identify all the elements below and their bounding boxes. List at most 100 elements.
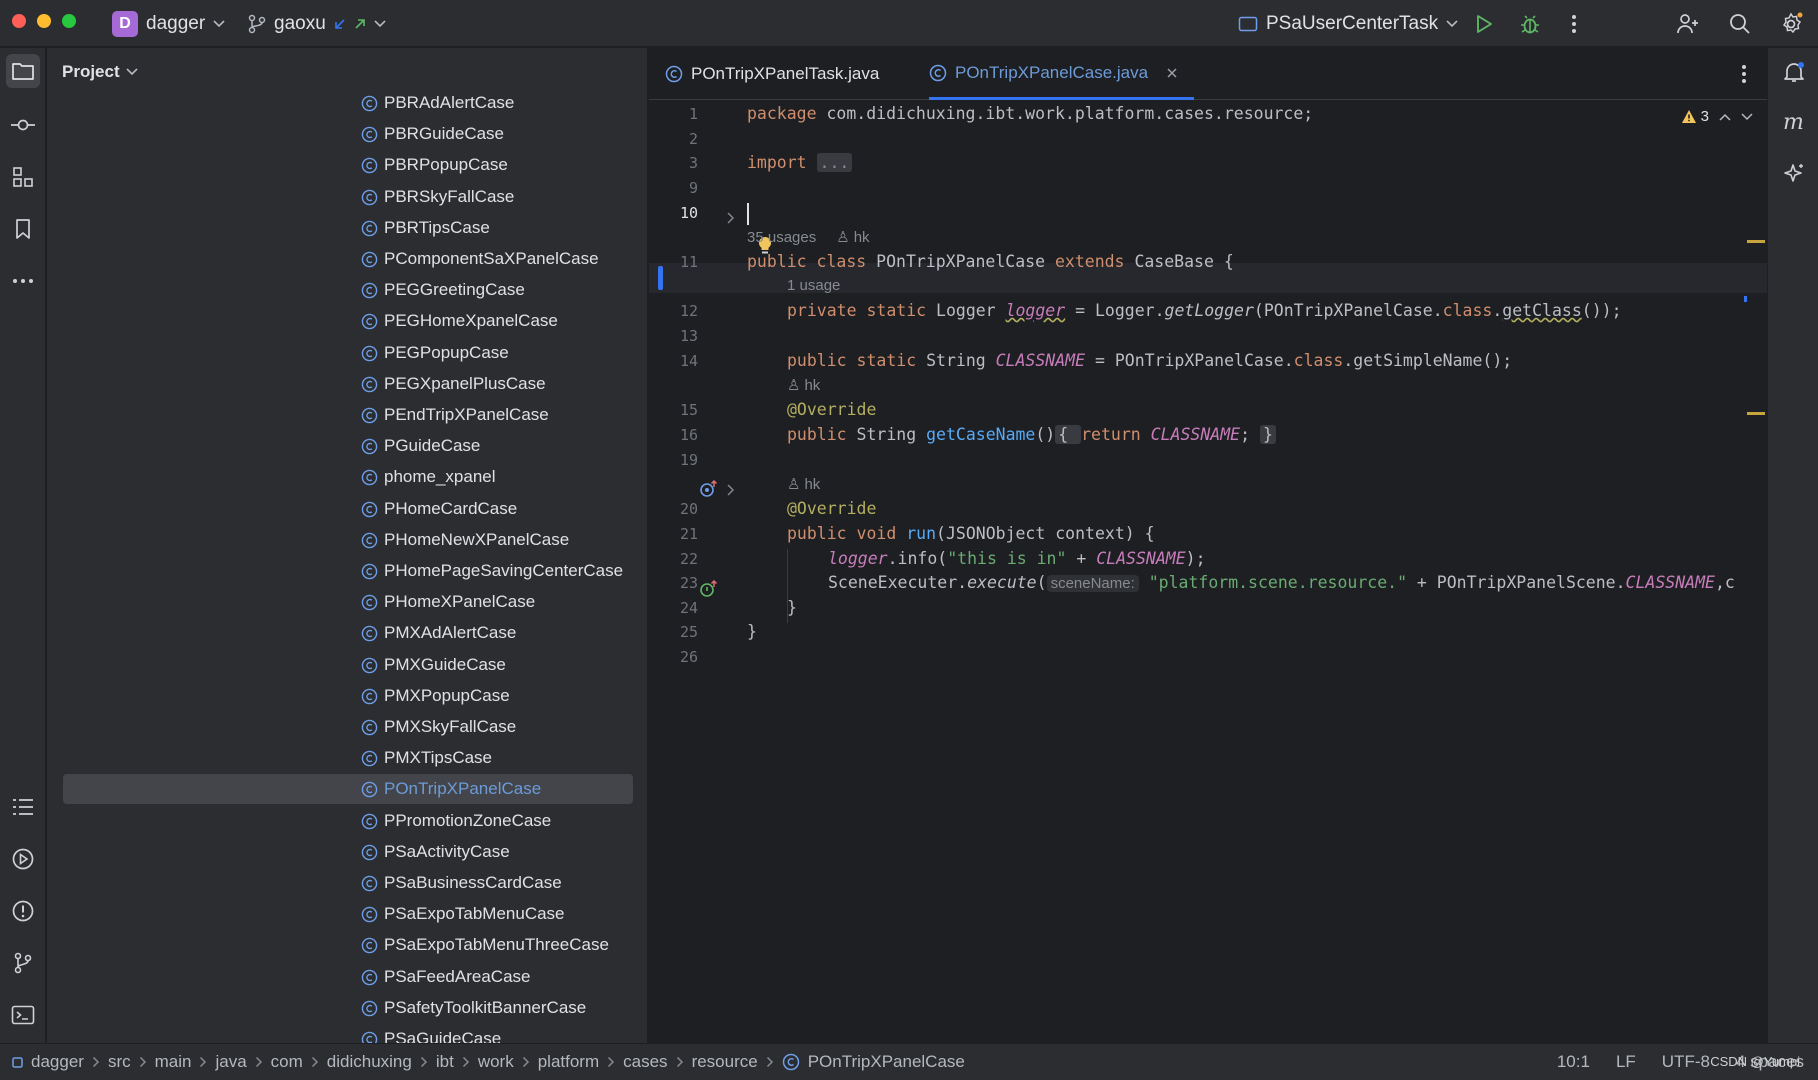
- project-tool-button[interactable]: [6, 54, 40, 88]
- tree-item[interactable]: POnTripXPanelCase: [63, 774, 633, 805]
- code-line: @Override: [787, 499, 877, 518]
- chevron-up-icon[interactable]: [1719, 113, 1731, 121]
- author-lens[interactable]: ♙ hk: [787, 376, 820, 395]
- breadcrumb-item[interactable]: main: [155, 1052, 192, 1072]
- code-editor[interactable]: 1 2 3 9 10 11 12 13 14 15 16 19 20 21 22 23 24 25 26 packa…: [649, 100, 1767, 1043]
- fold-arrow-icon[interactable]: [726, 484, 736, 496]
- breadcrumb-item[interactable]: com: [271, 1052, 303, 1072]
- tree-item[interactable]: PMXAdAlertCase: [63, 618, 633, 648]
- tree-item[interactable]: PEndTripXPanelCase: [63, 400, 633, 430]
- breadcrumb-item[interactable]: POnTripXPanelCase: [782, 1052, 965, 1072]
- tree-item[interactable]: PMXTipsCase: [63, 743, 633, 773]
- breadcrumb-item[interactable]: platform: [538, 1052, 599, 1072]
- breadcrumb-item[interactable]: dagger: [12, 1052, 84, 1072]
- breadcrumb-item[interactable]: src: [108, 1052, 131, 1072]
- breadcrumb-item[interactable]: didichuxing: [327, 1052, 412, 1072]
- code-with-me-button[interactable]: [1674, 10, 1702, 38]
- problems-tool-button[interactable]: [6, 894, 40, 928]
- file-encoding[interactable]: UTF-8: [1662, 1052, 1710, 1072]
- tree-item[interactable]: PHomeNewXPanelCase: [63, 525, 633, 555]
- project-switcher[interactable]: D dagger: [112, 8, 225, 39]
- java-class-icon: [361, 1000, 378, 1017]
- tree-item[interactable]: PBRTipsCase: [63, 213, 633, 243]
- caret-position[interactable]: 10:1: [1557, 1052, 1590, 1072]
- more-actions-button[interactable]: [1560, 10, 1588, 38]
- tree-item[interactable]: PEGPopupCase: [63, 338, 633, 368]
- notifications-button[interactable]: [1778, 56, 1810, 88]
- project-panel: Project PBRAdAlertCase PBRGuideCase PBRPop…: [47, 48, 648, 1043]
- breadcrumb-item[interactable]: cases: [623, 1052, 667, 1072]
- breadcrumb-item[interactable]: ibt: [436, 1052, 454, 1072]
- java-class-icon: [361, 563, 378, 580]
- warning-stripe[interactable]: [1747, 240, 1765, 243]
- usages-lens[interactable]: 1 usage: [787, 277, 840, 294]
- tree-item[interactable]: PPromotionZoneCase: [63, 806, 633, 836]
- usages-lens[interactable]: 35 usages ♙ hk: [747, 228, 870, 247]
- ai-assistant-button[interactable]: [1778, 158, 1810, 190]
- chevron-right-icon: [766, 1056, 774, 1068]
- line-separator[interactable]: LF: [1616, 1052, 1636, 1072]
- tree-item[interactable]: phome_xpanel: [63, 462, 633, 492]
- commit-icon: [11, 119, 35, 131]
- services-tool-button[interactable]: [6, 842, 40, 876]
- tree-item[interactable]: PBRSkyFallCase: [63, 182, 633, 212]
- tree-item[interactable]: PMXPopupCase: [63, 681, 633, 711]
- tree-item-label: PSaExpoTabMenuThreeCase: [384, 935, 609, 955]
- close-window-button[interactable]: [12, 14, 26, 28]
- java-class-icon: [361, 126, 378, 143]
- minimize-window-button[interactable]: [37, 14, 51, 28]
- tree-item[interactable]: PSaExpoTabMenuThreeCase: [63, 930, 633, 960]
- inspection-widget[interactable]: 3: [1681, 108, 1753, 125]
- terminal-tool-button[interactable]: [6, 998, 40, 1032]
- tree-item[interactable]: PBRPopupCase: [63, 150, 633, 180]
- close-icon[interactable]: [1166, 67, 1178, 79]
- fold-arrow-icon[interactable]: [726, 212, 736, 224]
- zoom-window-button[interactable]: [62, 14, 76, 28]
- tree-item[interactable]: PMXSkyFallCase: [63, 712, 633, 742]
- tree-item[interactable]: PEGXpanelPlusCase: [63, 369, 633, 399]
- author-lens[interactable]: ♙ hk: [787, 475, 820, 494]
- folded-imports[interactable]: ...: [816, 153, 853, 172]
- git-tool-button[interactable]: [6, 946, 40, 980]
- tree-item[interactable]: PSaActivityCase: [63, 837, 633, 867]
- tree-item[interactable]: PHomeXPanelCase: [63, 587, 633, 617]
- tree-item[interactable]: PBRGuideCase: [63, 119, 633, 149]
- tree-item[interactable]: PGuideCase: [63, 431, 633, 461]
- warning-stripe[interactable]: [1747, 412, 1765, 415]
- tree-item[interactable]: PEGHomeXpanelCase: [63, 306, 633, 336]
- search-everywhere-button[interactable]: [1726, 10, 1754, 38]
- breadcrumb-item[interactable]: work: [478, 1052, 514, 1072]
- tree-item[interactable]: PHomePageSavingCenterCase: [63, 556, 633, 586]
- tab-options-button[interactable]: [1741, 64, 1747, 84]
- settings-button[interactable]: [1777, 10, 1805, 38]
- tree-item[interactable]: PEGGreetingCase: [63, 275, 633, 305]
- run-config-selector[interactable]: PSaUserCenterTask: [1238, 8, 1458, 39]
- project-panel-header[interactable]: Project: [62, 62, 138, 82]
- tree-item[interactable]: PBRAdAlertCase: [63, 88, 633, 118]
- maven-button[interactable]: m: [1778, 106, 1810, 138]
- tree-item[interactable]: PSaFeedAreaCase: [63, 962, 633, 992]
- todo-tool-button[interactable]: [6, 790, 40, 824]
- breadcrumb-item[interactable]: resource: [692, 1052, 758, 1072]
- override-method-icon[interactable]: [699, 480, 719, 498]
- tree-item[interactable]: PSafetyToolkitBannerCase: [63, 993, 633, 1023]
- tree-item[interactable]: PMXGuideCase: [63, 650, 633, 680]
- branch-switcher[interactable]: gaoxu: [248, 8, 386, 39]
- structure-tool-button[interactable]: [6, 160, 40, 194]
- commit-tool-button[interactable]: [6, 108, 40, 142]
- line-number: 15: [679, 401, 698, 419]
- more-tools-button[interactable]: [6, 264, 40, 298]
- tree-item[interactable]: PSaBusinessCardCase: [63, 868, 633, 898]
- tree-item[interactable]: PSaExpoTabMenuCase: [63, 899, 633, 929]
- tree-item[interactable]: PSaGuideCase: [63, 1024, 633, 1043]
- tab-ontrip-xpanel-case[interactable]: POnTripXPanelCase.java: [929, 48, 1195, 100]
- breadcrumb-item[interactable]: java: [215, 1052, 246, 1072]
- debug-button[interactable]: [1516, 10, 1544, 38]
- run-button[interactable]: [1470, 10, 1498, 38]
- implements-method-icon[interactable]: [699, 580, 719, 598]
- tab-ontrip-xpanel-task[interactable]: POnTripXPanelTask.java: [665, 48, 879, 100]
- tree-item[interactable]: PComponentSaXPanelCase: [63, 244, 633, 274]
- bookmarks-tool-button[interactable]: [6, 212, 40, 246]
- chevron-down-icon[interactable]: [1741, 112, 1753, 121]
- tree-item[interactable]: PHomeCardCase: [63, 494, 633, 524]
